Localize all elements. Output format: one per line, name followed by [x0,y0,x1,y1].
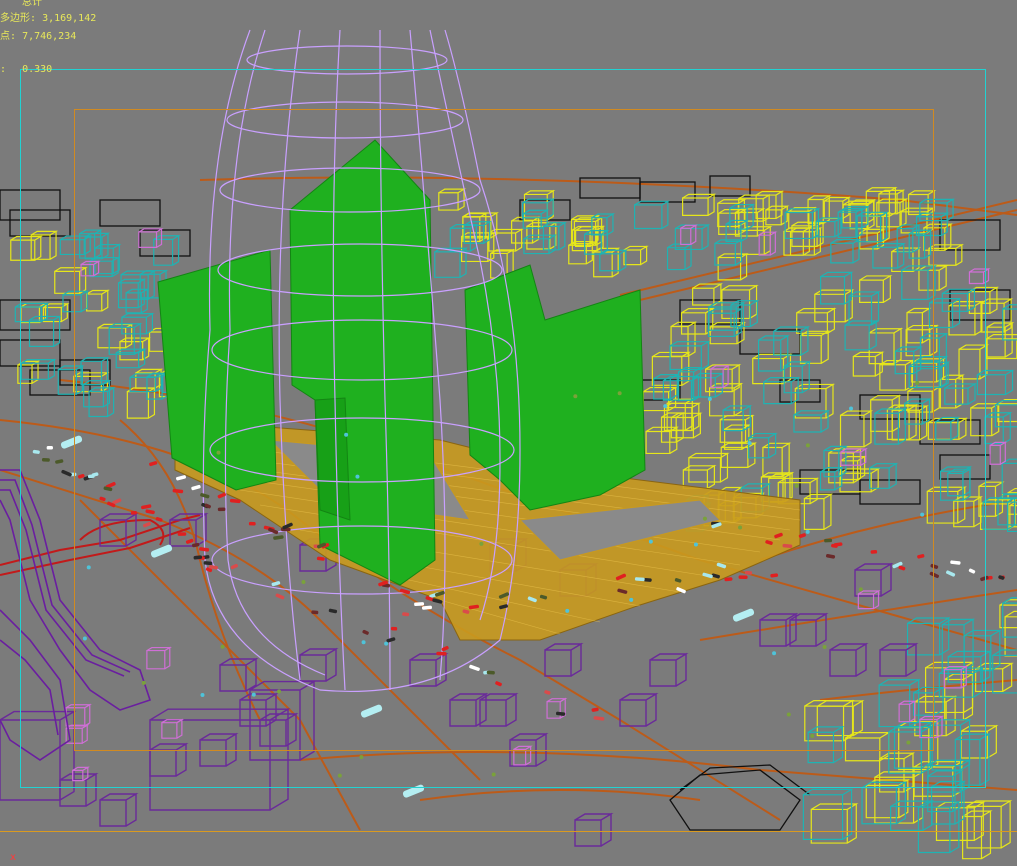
stats-verts: 点: 7,746,234 [0,31,76,43]
fps-value: 0.330 [22,64,53,75]
stats-polys: 多边形: 3,169,142 [0,13,96,25]
polys-label: 多边形: [0,13,37,24]
viewport-perspective[interactable]: 总计 多边形: 3,169,142 点: 7,746,234 : 0.330 x [0,0,1017,866]
verts-value: 7,746,234 [22,31,77,42]
polys-value: 3,169,142 [42,13,97,24]
scene-wireframe[interactable] [0,0,1017,866]
verts-label: 点: [0,31,17,42]
stats-fps: : 0.330 [0,64,52,76]
axis-gizmo-x: x [10,852,16,863]
tower-east [464,264,646,511]
fps-label: : [0,64,7,75]
tower-west [157,249,277,491]
stats-header: 总计 [22,0,42,8]
